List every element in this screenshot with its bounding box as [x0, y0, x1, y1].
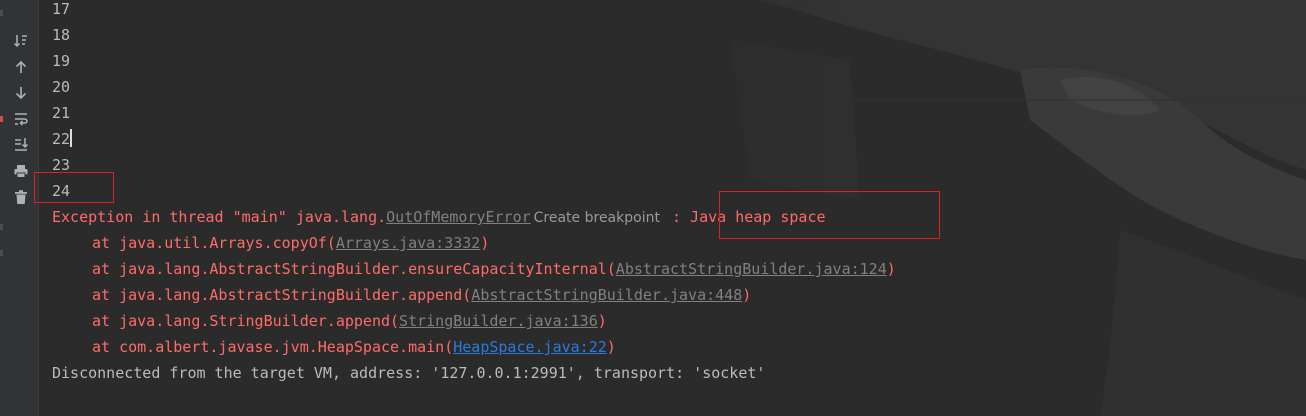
stack-frame-link[interactable]: AbstractStringBuilder.java:448 [471, 286, 742, 304]
stack-frame-text: at java.lang.AbstractStringBuilder.appen… [92, 286, 472, 304]
console-output[interactable]: 17 18 19 20 21 22 23 24 Exception in thr… [39, 0, 1306, 416]
stack-frame-end: ) [597, 312, 607, 330]
edge-marker [0, 10, 3, 16]
scroll-to-end-icon[interactable] [12, 135, 30, 153]
trash-icon[interactable] [12, 188, 30, 206]
down-arrow-icon[interactable] [12, 84, 30, 102]
exception-class-link[interactable]: OutOfMemoryError [386, 208, 531, 226]
stack-frame: at java.util.Arrays.copyOf(Arrays.java:3… [92, 230, 489, 256]
stack-frame-end: ) [886, 260, 896, 278]
edge-marker [0, 250, 3, 256]
output-line: 17 [52, 0, 71, 18]
up-arrow-icon[interactable] [12, 58, 30, 76]
soft-wrap-icon[interactable] [12, 110, 30, 128]
console-toolbar [4, 0, 39, 416]
exception-prefix: Exception in thread "main" java.lang. [52, 208, 387, 226]
stack-frame-link[interactable]: StringBuilder.java:136 [399, 312, 598, 330]
output-line: 23 [52, 156, 71, 174]
edge-marker [0, 224, 3, 230]
output-line: 18 [52, 26, 71, 44]
output-line-with-caret: 22 [52, 126, 73, 152]
stack-frame: at java.lang.AbstractStringBuilder.appen… [92, 282, 751, 308]
stack-frame-link[interactable]: AbstractStringBuilder.java:124 [616, 260, 887, 278]
stack-frame: at java.lang.StringBuilder.append(String… [92, 308, 607, 334]
stack-frame-link[interactable]: Arrays.java:3332 [336, 234, 481, 252]
output-line: 21 [52, 104, 71, 122]
disconnect-message: Disconnected from the target VM, address… [52, 364, 766, 382]
output-line: 19 [52, 52, 71, 70]
output-line: 24 [52, 182, 71, 200]
text-caret [70, 129, 73, 147]
stack-frame-text: at java.util.Arrays.copyOf( [92, 234, 336, 252]
create-breakpoint-hint[interactable]: Create breakpoint [530, 210, 663, 226]
stack-frame-text: at java.lang.StringBuilder.append( [92, 312, 400, 330]
run-console-window: 17 18 19 20 21 22 23 24 Exception in thr… [0, 0, 1306, 416]
stack-frame-end: ) [480, 234, 490, 252]
stack-frame-end: ) [742, 286, 752, 304]
output-line: 20 [52, 78, 71, 96]
stack-frame-text: at java.lang.AbstractStringBuilder.ensur… [92, 260, 616, 278]
stack-frame: at com.albert.javase.jvm.HeapSpace.main(… [92, 334, 616, 360]
edge-marker-error [0, 116, 3, 122]
stack-frame-text: at com.albert.javase.jvm.HeapSpace.main( [92, 338, 454, 356]
stack-frame: at java.lang.AbstractStringBuilder.ensur… [92, 256, 896, 282]
exception-message: : Java heap space [662, 208, 826, 226]
exception-line: Exception in thread "main" java.lang.Out… [52, 204, 826, 230]
sort-icon[interactable] [12, 32, 30, 50]
print-icon[interactable] [12, 162, 30, 180]
stack-frame-end: ) [606, 338, 616, 356]
output-line-text: 22 [52, 130, 71, 148]
stack-frame-link-user-code[interactable]: HeapSpace.java:22 [453, 338, 607, 356]
